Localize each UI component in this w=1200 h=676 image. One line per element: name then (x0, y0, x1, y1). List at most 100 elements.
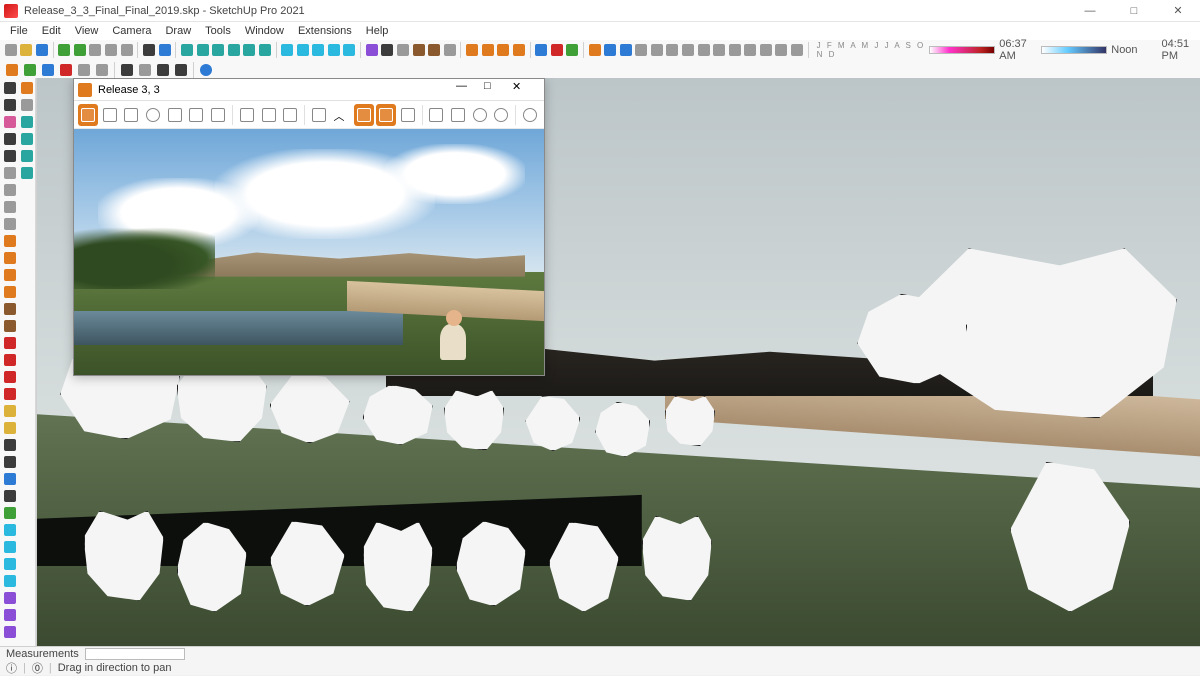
section-cut-icon[interactable] (496, 42, 510, 58)
eraser-tool-icon[interactable] (2, 114, 17, 129)
back-view-icon[interactable] (227, 42, 241, 58)
position-camera-icon[interactable] (2, 590, 17, 605)
extension-warehouse-icon[interactable] (550, 42, 564, 58)
iso-view-icon[interactable] (180, 42, 194, 58)
rotate-tool-icon[interactable] (2, 369, 17, 384)
enscape-upload-icon[interactable] (744, 42, 758, 58)
enscape-site-context-icon[interactable] (187, 104, 207, 126)
add-scene-icon[interactable] (22, 62, 38, 78)
followme-tool-icon[interactable] (2, 318, 17, 333)
3pt-arc-tool-icon[interactable] (2, 267, 17, 282)
section-plane-icon[interactable] (465, 42, 479, 58)
enscape-collapse-icon[interactable]: ︿ (331, 104, 351, 126)
2pt-arc-tool-icon[interactable] (2, 250, 17, 265)
pan-icon[interactable] (296, 42, 310, 58)
enscape-export-menu-icon[interactable] (309, 104, 329, 126)
geo-location-icon[interactable] (565, 42, 579, 58)
enscape-assets-icon[interactable] (712, 42, 726, 58)
enscape-pano-icon[interactable] (681, 42, 695, 58)
enscape-qr-icon[interactable] (448, 104, 468, 126)
enscape-3d-mode-icon[interactable] (376, 104, 396, 126)
enscape-render-window[interactable]: Release 3, 3 — □ ✕ ︿ (73, 78, 545, 376)
sandbox-drape-icon[interactable] (19, 148, 34, 163)
freehand-tool-icon[interactable] (2, 148, 17, 163)
enscape-vr-icon[interactable] (697, 42, 711, 58)
left-view-icon[interactable] (242, 42, 256, 58)
previous-scene-icon[interactable] (76, 62, 92, 78)
front-view-icon[interactable] (211, 42, 225, 58)
window-close-button[interactable]: ✕ (1156, 0, 1200, 22)
menu-edit[interactable]: Edit (36, 23, 67, 39)
enscape-visual-settings-icon[interactable] (470, 104, 490, 126)
enscape-video-icon[interactable] (666, 42, 680, 58)
line-tool-icon[interactable] (2, 131, 17, 146)
copy-icon[interactable] (104, 42, 118, 58)
shadows-time-slider[interactable] (1041, 46, 1107, 54)
select-tool-icon[interactable] (2, 80, 17, 95)
rectangle-tool-icon[interactable] (2, 165, 17, 180)
offset-tool-icon[interactable] (2, 335, 17, 350)
status-warning-icon[interactable]: ⓪ (32, 660, 43, 676)
measurements-input[interactable] (85, 648, 185, 660)
look-around-icon[interactable] (2, 607, 17, 622)
shadows-date-slider[interactable] (929, 46, 995, 54)
pushpull-tool-icon[interactable] (2, 301, 17, 316)
status-help-icon[interactable]: ⓘ (6, 660, 17, 676)
zoom-extents-icon[interactable] (327, 42, 341, 58)
polygon-tool-icon[interactable] (2, 216, 17, 231)
edges-toggle-icon[interactable] (155, 62, 171, 78)
paint-bucket-icon[interactable] (2, 505, 17, 520)
text-tool-icon[interactable] (2, 454, 17, 469)
right-view-icon[interactable] (258, 42, 272, 58)
cut-icon[interactable] (89, 42, 103, 58)
enscape-titlebar[interactable]: Release 3, 3 — □ ✕ (74, 79, 544, 101)
enscape-help-icon[interactable] (520, 104, 540, 126)
section-fill-icon[interactable] (512, 42, 526, 58)
model-info-icon[interactable] (158, 42, 172, 58)
enscape-logo-icon[interactable] (4, 62, 20, 78)
sandbox-stamp-icon[interactable] (19, 131, 34, 146)
enscape-batch-render-icon[interactable] (259, 104, 279, 126)
menu-help[interactable]: Help (360, 23, 395, 39)
menu-view[interactable]: View (69, 23, 105, 39)
enscape-close-button[interactable]: ✕ (512, 80, 540, 100)
menu-file[interactable]: File (4, 23, 34, 39)
pan-tool-icon[interactable] (2, 539, 17, 554)
axes-tool-icon[interactable] (2, 471, 17, 486)
enscape-settings-icon[interactable] (759, 42, 773, 58)
xray-icon[interactable] (365, 42, 379, 58)
undo-icon[interactable] (58, 42, 72, 58)
enscape-2d-mode-icon[interactable] (354, 104, 374, 126)
update-scene-icon[interactable] (40, 62, 56, 78)
dimension-tool-icon[interactable] (2, 437, 17, 452)
tape-tool-icon[interactable] (2, 403, 17, 418)
new-file-icon[interactable] (4, 42, 18, 58)
enscape-depth-icon[interactable] (398, 104, 418, 126)
menu-window[interactable]: Window (239, 23, 290, 39)
zoom-extents-tool-icon[interactable] (2, 573, 17, 588)
window-maximize-button[interactable]: □ (1112, 0, 1156, 22)
enscape-video-path-icon[interactable] (208, 104, 228, 126)
enscape-live-icon[interactable] (603, 42, 617, 58)
enscape-sync-icon[interactable] (619, 42, 633, 58)
lasso-tool-icon[interactable] (2, 97, 17, 112)
fog-toggle-icon[interactable] (137, 62, 153, 78)
top-view-icon[interactable] (196, 42, 210, 58)
redo-icon[interactable] (73, 42, 87, 58)
shaded-textures-icon[interactable] (427, 42, 441, 58)
enscape-minimize-button[interactable]: — (456, 80, 484, 100)
enscape-export-icon[interactable] (650, 42, 664, 58)
enscape-views-list-icon[interactable] (121, 104, 141, 126)
orbit-icon[interactable] (280, 42, 294, 58)
zoom-icon[interactable] (312, 42, 326, 58)
section-tool-icon[interactable] (19, 80, 34, 95)
enscape-asset-library-icon[interactable] (165, 104, 185, 126)
3dtext-tool-icon[interactable] (2, 488, 17, 503)
delete-scene-icon[interactable] (58, 62, 74, 78)
enscape-general-settings-icon[interactable] (492, 104, 512, 126)
enscape-render-viewport[interactable] (74, 129, 544, 375)
orbit-tool-icon[interactable] (2, 522, 17, 537)
enscape-start-icon[interactable] (588, 42, 602, 58)
model-viewport[interactable]: Release 3, 3 — □ ✕ ︿ (36, 78, 1200, 646)
print-icon[interactable] (142, 42, 156, 58)
